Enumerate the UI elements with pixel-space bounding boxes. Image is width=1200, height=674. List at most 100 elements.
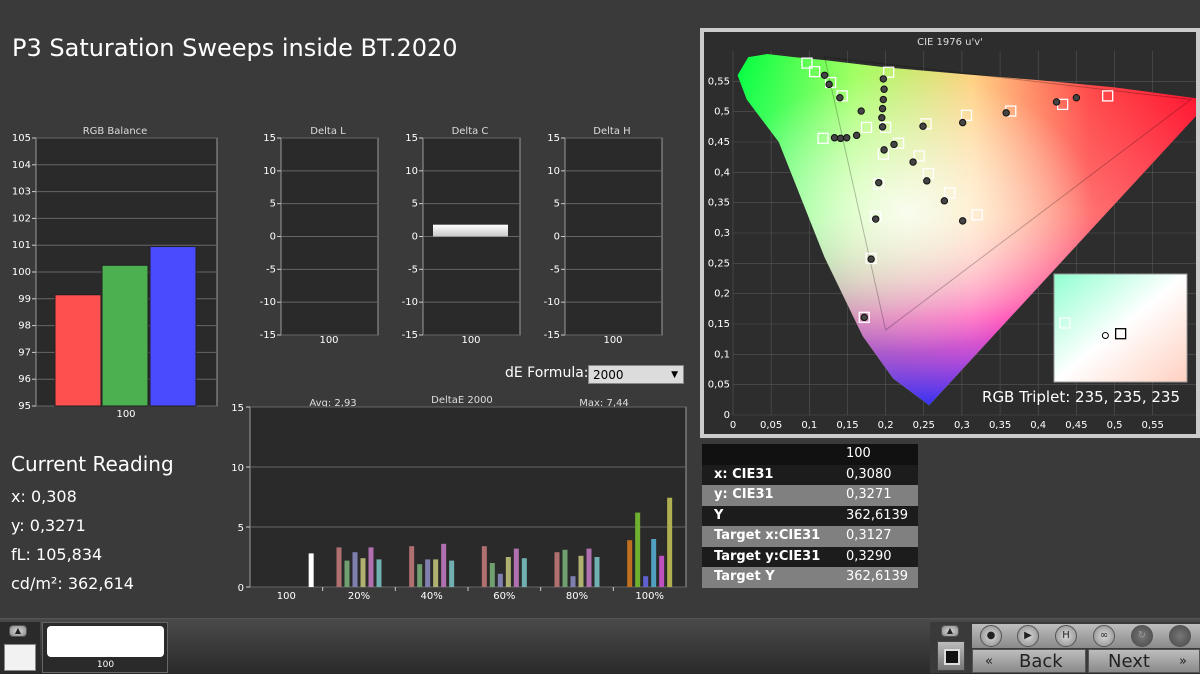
deltae-bar [521, 558, 527, 587]
readout-label: Target Y [714, 569, 775, 584]
y-tick-label: -5 [550, 264, 560, 275]
y-tick-label: 100 [12, 267, 31, 278]
y-tick-label: 99 [18, 294, 31, 305]
double-chevron-right-icon: » [1179, 654, 1187, 669]
patch-thumbnail[interactable] [47, 626, 164, 657]
stop-icon [944, 649, 960, 665]
x-tick-label: 0 [730, 420, 736, 431]
measured-point [878, 104, 887, 113]
y-tick-label: -15 [544, 330, 560, 341]
y-tick-label: 0,5 [714, 107, 730, 118]
measured-point [890, 140, 898, 149]
y-tick-label: 0 [554, 232, 560, 243]
next-button[interactable]: Next » [1088, 649, 1200, 673]
y-tick-label: 15 [547, 133, 560, 144]
y-tick-label: 97 [18, 347, 31, 358]
delta-l-x-label: 100 [319, 335, 338, 346]
measured-point [1052, 98, 1061, 106]
play-button[interactable]: ▶ [1017, 625, 1039, 647]
deltae-bar [481, 546, 487, 587]
readout-row: Target x:CIE31 0,3127 [702, 526, 918, 547]
current-reading-panel: Current Reading x: 0,308 y: 0,3271 fL: 1… [11, 452, 174, 598]
deltae-bar [594, 557, 600, 587]
cie-zoom-inset [1053, 273, 1188, 383]
delta-c-x-label: 100 [461, 335, 480, 346]
x-tick-label: 0,45 [1065, 420, 1087, 431]
deltae-bar [554, 552, 560, 587]
deltae-bar [578, 555, 584, 587]
delta-bar [433, 224, 508, 237]
x-tick-label: 0,15 [836, 420, 858, 431]
measured-point [830, 134, 839, 142]
measured-point [919, 122, 927, 130]
y-tick-label: 0,2 [714, 289, 730, 300]
readout-value: 0,3271 [846, 487, 892, 502]
readout-value: 0,3127 [846, 528, 892, 543]
refresh-icon[interactable]: ↻ [1131, 625, 1153, 647]
rgb-bar-red [54, 294, 102, 407]
measured-point [879, 95, 888, 104]
y-tick-label: 0,45 [708, 137, 730, 148]
reading-luminance: cd/m²: 362,614 [11, 574, 134, 593]
scroll-up-icon[interactable]: ▲ [941, 625, 959, 637]
continuous-button[interactable]: ∞ [1093, 625, 1115, 647]
delta-c-chart: Delta C 15 10 5 0 -5 -10 -15 100 [402, 126, 521, 346]
reading-x: x: 0,308 [11, 487, 77, 506]
stop-button[interactable] [937, 641, 965, 671]
x-tick-label: 0,55 [1142, 420, 1164, 431]
deltae-bar [513, 548, 519, 587]
rgb-balance-chart: RGB Balance 105 104 103 102 101 100 99 98 97 96 95… [12, 126, 218, 420]
readout-row: Target y:CIE31 0,3290 [702, 546, 918, 567]
deltae-plot [249, 406, 687, 588]
x-category-label: 60% [493, 591, 515, 602]
y-tick-label: 96 [18, 374, 31, 385]
deltae-bar [659, 555, 665, 587]
double-chevron-left-icon: « [985, 654, 993, 669]
x-tick-label: 0,2 [878, 420, 894, 431]
current-patch-swatch[interactable] [4, 644, 36, 671]
measured-point [820, 71, 829, 79]
y-tick-label: 0,05 [708, 380, 730, 391]
scroll-up-icon[interactable]: ▲ [9, 625, 27, 637]
measured-point [1002, 109, 1010, 117]
delta-h-chart: Delta H 15 10 5 0 -5 -10 -15 100 [544, 126, 663, 346]
rgb-triplet: RGB Triplet: 235, 235, 235 [982, 388, 1180, 406]
deltae-bar [336, 547, 342, 587]
y-tick-label: -15 [402, 330, 418, 341]
rgb-balance-x-label: 100 [116, 409, 135, 420]
deltae-bar [376, 559, 382, 587]
deltae-bar [505, 557, 511, 587]
measured-point [860, 313, 868, 322]
y-tick-label: 0 [238, 583, 244, 594]
x-tick-label: 0,3 [954, 420, 970, 431]
x-category-label: 20% [348, 591, 370, 602]
reading-y: y: 0,3271 [11, 516, 86, 535]
y-tick-label: 104 [12, 160, 31, 171]
y-tick-label: -10 [260, 297, 276, 308]
deltae-bar [667, 497, 673, 587]
y-tick-label: 5 [270, 199, 276, 210]
readout-value: 362,6139 [846, 507, 909, 523]
de-formula-value: 2000 [593, 368, 624, 382]
record-button[interactable]: ● [980, 625, 1002, 647]
y-tick-label: 0,55 [708, 76, 730, 87]
y-tick-label: -5 [266, 264, 276, 275]
measured-point [836, 134, 845, 143]
readout-label: y: CIE31 [714, 487, 774, 502]
next-label: Next [1108, 651, 1150, 672]
readout-row: y: CIE31 0,3271 [702, 485, 918, 506]
de-formula-select[interactable]: 2000 ▼ [588, 365, 684, 384]
y-tick-label: 0 [270, 232, 276, 243]
measured-point [878, 114, 886, 122]
y-tick-label: 0,25 [708, 258, 730, 269]
transport-bar [972, 624, 1200, 648]
x-tick-label: 0,5 [1107, 420, 1123, 431]
y-tick-label: 5 [238, 523, 244, 534]
back-button[interactable]: « Back [972, 649, 1086, 673]
y-tick-label: 15 [231, 403, 244, 414]
deltae-bar [409, 546, 415, 587]
settings-icon[interactable] [1169, 625, 1191, 647]
deltae-bar [352, 552, 358, 587]
y-tick-label: 0,3 [714, 228, 730, 239]
measure-hold-button[interactable]: H [1055, 625, 1077, 647]
